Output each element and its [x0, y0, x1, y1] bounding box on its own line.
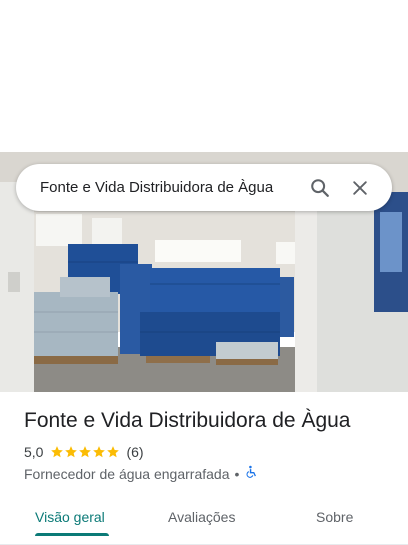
star-icon	[79, 446, 92, 458]
star-icon	[93, 446, 106, 458]
search-icon[interactable]	[300, 168, 340, 208]
separator-dot: •	[234, 465, 240, 482]
review-count[interactable]: (6)	[126, 444, 143, 460]
rating-value: 5,0	[24, 444, 44, 460]
search-query-text[interactable]: Fonte e Vida Distribuidora de Àgua	[40, 179, 300, 196]
tab-bar: Visão geral Avaliações Sobre	[0, 497, 408, 545]
tab-reviews[interactable]: Avaliações	[168, 497, 235, 537]
close-icon[interactable]	[340, 168, 380, 208]
place-title: Fonte e Vida Distribuidora de Àgua	[24, 409, 351, 432]
place-category: Fornecedor de água engarrafada	[24, 465, 230, 482]
rating-stars	[50, 445, 120, 459]
star-icon	[51, 446, 64, 458]
category-row: Fornecedor de água engarrafada •	[24, 465, 258, 482]
star-icon	[65, 446, 78, 458]
rating-row[interactable]: 5,0 (6)	[24, 444, 144, 460]
star-icon	[107, 446, 120, 458]
active-tab-indicator	[35, 533, 109, 536]
tab-overview[interactable]: Visão geral	[35, 497, 105, 537]
tab-about[interactable]: Sobre	[316, 497, 353, 537]
search-bar[interactable]: Fonte e Vida Distribuidora de Àgua	[16, 164, 392, 211]
wheelchair-icon	[244, 465, 258, 482]
